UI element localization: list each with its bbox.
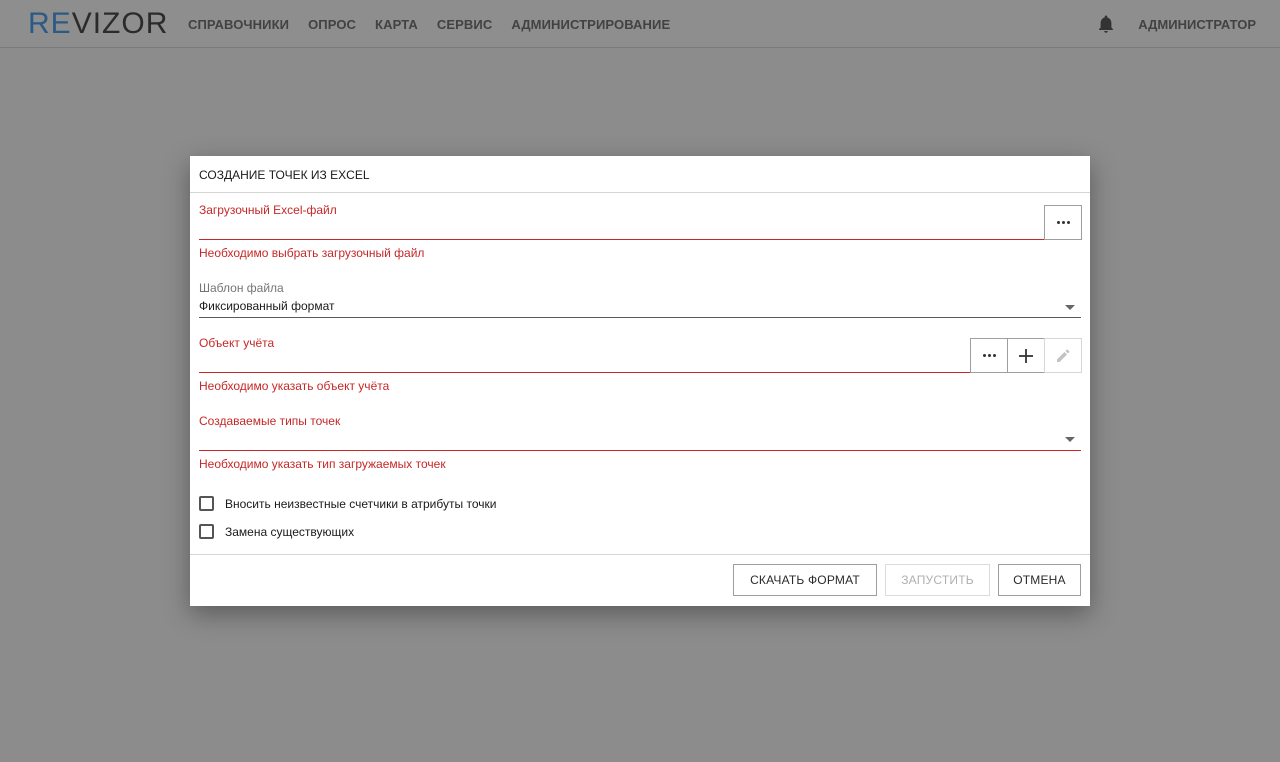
point-types-error: Необходимо указать тип загружаемых точек: [199, 457, 446, 471]
browse-object-button[interactable]: [970, 338, 1008, 373]
checkbox-box[interactable]: [199, 496, 214, 511]
dropdown-arrow-icon[interactable]: [1065, 305, 1075, 310]
checkbox-replace-existing[interactable]: Замена существующих: [199, 524, 354, 539]
checkbox-box[interactable]: [199, 524, 214, 539]
object-input[interactable]: [199, 352, 970, 372]
bell-icon[interactable]: [1097, 14, 1115, 34]
browse-file-button[interactable]: [1044, 205, 1082, 240]
template-select[interactable]: Фиксированный формат: [199, 299, 1059, 317]
add-object-button[interactable]: [1007, 338, 1045, 373]
excel-file-underline: [199, 239, 1044, 240]
logo-vizor: VIZOR: [71, 7, 169, 40]
create-points-dialog: СОЗДАНИЕ ТОЧЕК ИЗ EXCEL Загрузочный Exce…: [190, 156, 1090, 606]
cancel-button[interactable]: ОТМЕНА: [998, 564, 1081, 596]
checkbox-label: Вносить неизвестные счетчики в атрибуты …: [225, 496, 497, 511]
excel-file-error: Необходимо выбрать загрузочный файл: [199, 246, 425, 260]
object-error: Необходимо указать объект учёта: [199, 379, 390, 393]
dialog-title: СОЗДАНИЕ ТОЧЕК ИЗ EXCEL: [190, 156, 1090, 193]
run-button[interactable]: ЗАПУСТИТЬ: [885, 564, 990, 596]
object-underline: [199, 372, 970, 373]
dropdown-arrow-icon[interactable]: [1065, 437, 1075, 442]
excel-file-label: Загрузочный Excel-файл: [199, 203, 337, 217]
plus-icon: [1019, 348, 1033, 363]
top-app-bar: RE VIZOR СПРАВОЧНИКИ ОПРОС КАРТА СЕРВИС А…: [0, 0, 1280, 48]
pencil-icon: [1057, 349, 1070, 362]
template-underline: [199, 317, 1081, 318]
more-horiz-icon: [982, 354, 996, 357]
excel-file-input[interactable]: [199, 218, 1044, 238]
nav-item-service[interactable]: СЕРВИС: [429, 17, 500, 32]
logo-re: RE: [28, 7, 72, 40]
template-label: Шаблон файла: [199, 281, 284, 295]
user-menu[interactable]: АДМИНИСТРАТОР: [1138, 0, 1256, 48]
point-types-label: Создаваемые типы точек: [199, 414, 341, 428]
nav-item-directories[interactable]: СПРАВОЧНИКИ: [180, 17, 297, 32]
point-types-underline: [199, 450, 1081, 451]
revizor-logo[interactable]: RE VIZOR: [28, 7, 168, 41]
checkbox-unknown-meters[interactable]: Вносить неизвестные счетчики в атрибуты …: [199, 496, 496, 511]
nav-item-administration[interactable]: АДМИНИСТРИРОВАНИЕ: [503, 17, 678, 32]
main-nav: СПРАВОЧНИКИ ОПРОС КАРТА СЕРВИС АДМИНИСТР…: [180, 0, 681, 48]
edit-object-button[interactable]: [1044, 338, 1082, 373]
point-types-select[interactable]: [199, 432, 1059, 450]
more-horiz-icon: [1056, 221, 1070, 224]
download-format-button[interactable]: СКАЧАТЬ ФОРМАТ: [733, 564, 877, 596]
checkbox-label: Замена существующих: [225, 524, 355, 539]
object-label: Объект учёта: [199, 336, 275, 350]
dialog-footer: СКАЧАТЬ ФОРМАТ ЗАПУСТИТЬ ОТМЕНА: [190, 554, 1090, 606]
nav-item-map[interactable]: КАРТА: [367, 17, 426, 32]
nav-item-survey[interactable]: ОПРОС: [300, 17, 364, 32]
